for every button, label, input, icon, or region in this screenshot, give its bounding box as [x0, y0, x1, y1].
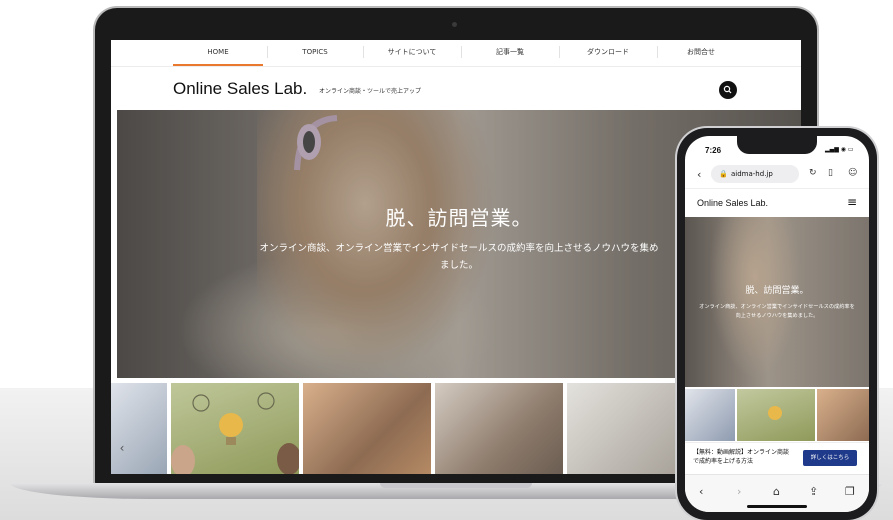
- carousel-thumb[interactable]: [303, 383, 431, 474]
- mobile-hero-overlay: [685, 217, 869, 387]
- home-icon[interactable]: ⌂: [773, 485, 780, 498]
- nav-divider: [267, 46, 268, 58]
- carousel-prev-button[interactable]: ‹: [113, 436, 131, 460]
- laptop-notch: [380, 483, 532, 488]
- lightbulb-icon: [171, 392, 301, 474]
- mobile-article-carousel: [685, 389, 869, 441]
- carousel-thumb[interactable]: [567, 383, 677, 474]
- mobile-logo[interactable]: Online Sales Lab.: [697, 198, 768, 208]
- lightbulb-icon: [768, 406, 782, 420]
- toolbar-forward-icon[interactable]: ›: [737, 485, 741, 498]
- nav-divider: [363, 46, 364, 58]
- tabs-icon[interactable]: ❐: [845, 485, 855, 498]
- hamburger-icon[interactable]: ≡: [847, 195, 857, 209]
- carousel-thumb[interactable]: [171, 383, 301, 474]
- share-icon[interactable]: ⇪: [809, 485, 818, 498]
- browser-toolbar: ‹ › ⌂ ⇪ ❐: [685, 474, 869, 512]
- search-icon: [723, 85, 732, 94]
- cta-text: 【無料：動画解説】オンライン商談で成約率を上げる方法: [693, 449, 790, 465]
- nav-topics[interactable]: TOPICS: [271, 40, 359, 64]
- mobile-hero-subtitle: オンライン商談、オンライン営業でインサイドセールスの成約率を向上させるノウハウを…: [699, 304, 855, 319]
- mobile-site-header: Online Sales Lab. ≡: [685, 188, 869, 218]
- toolbar-back-icon[interactable]: ‹: [699, 485, 703, 498]
- site-logo[interactable]: Online Sales Lab.: [173, 79, 307, 99]
- mobile-cta-banner: 【無料：動画解説】オンライン商談で成約率を上げる方法 詳しくはこちら: [685, 442, 869, 473]
- nav-home[interactable]: HOME: [173, 40, 263, 66]
- reload-icon[interactable]: ↻: [809, 168, 817, 178]
- carousel-thumb[interactable]: [435, 383, 563, 474]
- phone-notch: [737, 136, 817, 154]
- laptop-camera: [452, 22, 457, 27]
- url-text: aidma-hd.jp: [731, 170, 773, 178]
- user-icon[interactable]: ☺: [848, 168, 857, 178]
- lock-icon: 🔒: [719, 170, 728, 178]
- home-indicator: [747, 505, 807, 508]
- cta-button[interactable]: 詳しくはこちら: [803, 450, 857, 466]
- site-tagline: オンライン商談・ツールで売上アップ: [319, 88, 422, 95]
- carousel-thumb[interactable]: [111, 383, 167, 474]
- nav-divider: [559, 46, 560, 58]
- mobile-carousel-thumb[interactable]: [737, 389, 815, 441]
- nav-about[interactable]: サイトについて: [367, 40, 457, 64]
- site-nav: HOME TOPICS サイトについて 記事一覧 ダウンロード お問合せ: [111, 40, 801, 67]
- browser-back-icon[interactable]: ‹: [697, 168, 701, 181]
- mobile-carousel-thumb[interactable]: [685, 389, 735, 441]
- mobile-hero-banner: 脱、訪問営業。 オンライン商談、オンライン営業でインサイドセールスの成約率を向上…: [685, 217, 869, 387]
- nav-contact[interactable]: お問合せ: [661, 40, 741, 64]
- signal-battery-icon: ▂▄▆ ◉ ▭: [825, 146, 854, 153]
- nav-download[interactable]: ダウンロード: [563, 40, 653, 64]
- smartphone: 7:26 ▂▄▆ ◉ ▭ ‹ 🔒 aidma-hd.jp ↻ ▯ ☺ Onlin…: [677, 128, 877, 520]
- nav-divider: [657, 46, 658, 58]
- mobile-carousel-thumb[interactable]: [817, 389, 869, 441]
- search-button[interactable]: [719, 81, 737, 99]
- phone-screen: 7:26 ▂▄▆ ◉ ▭ ‹ 🔒 aidma-hd.jp ↻ ▯ ☺ Onlin…: [685, 136, 869, 512]
- bookmark-icon[interactable]: ▯: [828, 168, 833, 178]
- nav-articles[interactable]: 記事一覧: [465, 40, 555, 64]
- status-time: 7:26: [705, 146, 722, 155]
- url-field[interactable]: 🔒 aidma-hd.jp: [711, 165, 799, 183]
- mobile-hero-title: 脱、訪問営業。: [745, 286, 809, 296]
- hero-subtitle: オンライン商談、オンライン営業でインサイドセールスの成約率を向上させるノウハウを…: [259, 243, 659, 271]
- site-header: Online Sales Lab. オンライン商談・ツールで売上アップ: [111, 67, 801, 109]
- browser-url-bar: ‹ 🔒 aidma-hd.jp ↻ ▯ ☺: [685, 162, 869, 188]
- nav-divider: [461, 46, 462, 58]
